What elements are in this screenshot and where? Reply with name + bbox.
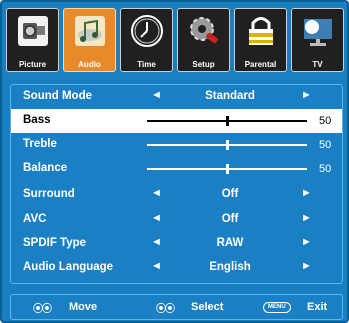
tab-setup[interactable]: Setup (177, 8, 230, 72)
tab-label: Setup (192, 60, 215, 69)
spdif-type-value: RAW (216, 237, 244, 249)
right-arrow-icon[interactable]: ► (301, 89, 312, 101)
surround-row[interactable]: Surround ◄ Off ► (11, 183, 342, 207)
gear-icon (190, 17, 218, 44)
camera-icon (18, 16, 48, 46)
tab-label: Audio (78, 60, 101, 69)
left-right-keys-icon: ⦿⦿ (156, 304, 175, 315)
sound-mode-row[interactable]: Sound Mode ◄ Standard ► (11, 85, 342, 109)
lock-icon (249, 17, 273, 45)
move-hint: Move (69, 301, 98, 313)
audio-language-value: English (209, 261, 251, 273)
clock-icon (131, 15, 163, 47)
up-down-keys-icon: ⦿⦿ (33, 304, 52, 315)
exit-hint[interactable]: Exit (307, 301, 327, 313)
spdif-type-row[interactable]: SPDIF Type ◄ RAW ► (11, 232, 342, 256)
osd-menu-frame: Picture Audio Time Setup Parental TV Sou… (0, 0, 349, 323)
treble-label: Treble (23, 138, 57, 150)
tab-audio[interactable]: Audio (63, 8, 116, 72)
treble-value: 50 (319, 139, 332, 151)
menu-key-label: MENU (263, 301, 291, 313)
music-note-icon (75, 16, 105, 46)
right-arrow-icon[interactable]: ► (301, 212, 312, 224)
audio-settings-panel: Sound Mode ◄ Standard ► Bass 50 Treble 5… (10, 84, 343, 284)
tab-parental[interactable]: Parental (234, 8, 287, 72)
bass-value: 50 (319, 115, 332, 127)
select-hint: Select (191, 301, 224, 313)
treble-slider-thumb[interactable] (226, 140, 229, 150)
right-arrow-icon[interactable]: ► (301, 187, 312, 199)
avc-row[interactable]: AVC ◄ Off ► (11, 208, 342, 232)
tab-tv[interactable]: TV (291, 8, 344, 72)
spdif-type-label: SPDIF Type (23, 237, 87, 249)
key-hint-bar: ⦿⦿ Move ⦿⦿ Select MENU Exit (10, 294, 343, 320)
tab-label: Parental (244, 60, 277, 69)
balance-slider-thumb[interactable] (226, 164, 229, 174)
bass-label: Bass (23, 114, 51, 126)
avc-value: Off (221, 213, 239, 225)
tab-label: TV (312, 60, 323, 69)
sound-mode-label: Sound Mode (23, 90, 92, 102)
tab-label: Time (137, 60, 156, 69)
balance-row[interactable]: Balance 50 (11, 157, 342, 181)
menu-key-icon: MENU (263, 301, 291, 313)
avc-label: AVC (23, 213, 47, 225)
audio-language-label: Audio Language (23, 261, 114, 273)
tab-picture[interactable]: Picture (6, 8, 59, 72)
surround-value: Off (221, 188, 239, 200)
treble-row[interactable]: Treble 50 (11, 133, 342, 157)
sound-mode-value: Standard (205, 90, 255, 102)
right-arrow-icon[interactable]: ► (301, 260, 312, 272)
category-tabs: Picture Audio Time Setup Parental TV (6, 8, 347, 74)
right-arrow-icon[interactable]: ► (301, 236, 312, 248)
tab-time[interactable]: Time (120, 8, 173, 72)
tab-label: Picture (18, 60, 47, 69)
surround-label: Surround (23, 188, 75, 200)
balance-value: 50 (319, 163, 332, 175)
audio-language-row[interactable]: Audio Language ◄ English ► (11, 256, 342, 280)
satellite-dish-icon (304, 19, 332, 46)
balance-label: Balance (23, 162, 68, 174)
bass-slider-thumb[interactable] (226, 116, 229, 126)
bass-row[interactable]: Bass 50 (11, 109, 342, 133)
